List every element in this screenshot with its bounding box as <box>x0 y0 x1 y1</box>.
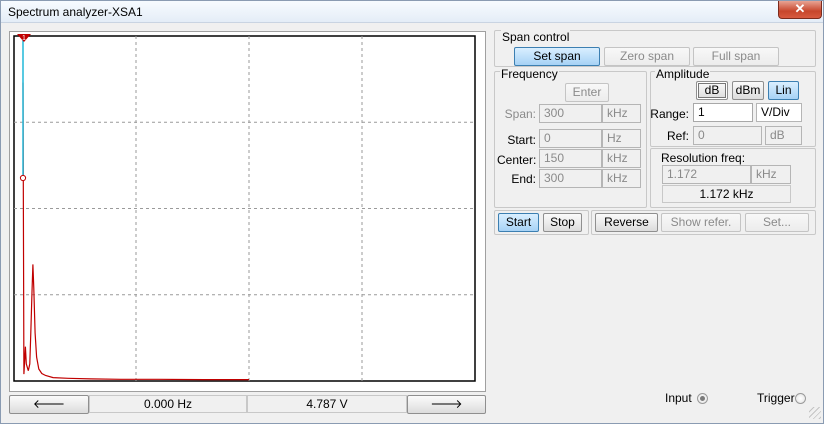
start-input[interactable]: 0 <box>539 129 602 148</box>
resolution-readout: 1.172 kHz <box>662 185 791 203</box>
end-label: End: <box>511 172 536 186</box>
resolution-unit-select[interactable]: kHz <box>751 165 791 184</box>
cursor-marker-label: 1 <box>22 35 26 42</box>
ref-label: Ref: <box>666 129 689 143</box>
close-icon: ✕ <box>794 1 806 16</box>
resolution-input[interactable]: 1.172 <box>662 165 751 184</box>
set-button[interactable]: Set... <box>745 213 809 232</box>
window-title: Spectrum analyzer-XSA1 <box>8 5 143 19</box>
range-unit-select[interactable]: V/Div <box>756 103 802 122</box>
cursor-value-readout: 4.787 V <box>247 395 407 413</box>
span-input[interactable]: 300 <box>539 104 602 123</box>
ref-input[interactable]: 0 <box>693 126 762 145</box>
set-span-button[interactable]: Set span <box>514 47 600 66</box>
lin-button[interactable]: Lin <box>768 81 799 100</box>
reverse-button[interactable]: Reverse <box>595 213 658 232</box>
end-input[interactable]: 300 <box>539 169 602 188</box>
trigger-label: Trigger <box>757 391 795 405</box>
zero-span-button[interactable]: Zero span <box>604 47 690 66</box>
start-unit-select[interactable]: Hz <box>602 129 641 148</box>
enter-button[interactable]: Enter <box>565 83 609 102</box>
center-label: Center: <box>497 153 537 167</box>
center-unit-select[interactable]: kHz <box>602 149 641 168</box>
span-label: Span: <box>504 107 536 121</box>
cursor-left-button[interactable]: 🡐 <box>9 395 89 414</box>
spectrum-display: 1 <box>9 31 486 392</box>
close-button[interactable]: ✕ <box>778 1 822 19</box>
center-input[interactable]: 150 <box>539 149 602 168</box>
amplitude-title: Amplitude <box>655 67 711 81</box>
spectrum-plot: 1 <box>13 34 476 382</box>
arrow-left-icon: 🡐 <box>32 397 66 411</box>
cursor-handle[interactable] <box>19 174 27 182</box>
show-refer-button[interactable]: Show refer. <box>661 213 741 232</box>
trigger-terminal[interactable] <box>795 393 806 404</box>
span-unit-select[interactable]: kHz <box>602 104 641 123</box>
dbm-button[interactable]: dBm <box>732 81 764 100</box>
start-label: Start: <box>507 133 536 147</box>
resolution-title: Resolution freq: <box>661 151 746 165</box>
arrow-right-icon: 🡒 <box>430 397 463 411</box>
range-label: Range: <box>650 107 689 121</box>
end-unit-select[interactable]: kHz <box>602 169 641 188</box>
ref-unit-select[interactable]: dB <box>765 126 802 145</box>
title-bar[interactable]: Spectrum analyzer-XSA1 ✕ <box>1 1 823 23</box>
span-control-title: Span control <box>501 30 571 44</box>
cursor-right-button[interactable]: 🡒 <box>407 395 486 414</box>
input-terminal[interactable] <box>697 393 708 404</box>
spectrum-analyzer-window: Spectrum analyzer-XSA1 ✕ 1 🡐 0.000 Hz 4.… <box>0 0 824 424</box>
input-label: Input <box>665 391 692 405</box>
range-input[interactable]: 1 <box>693 103 753 122</box>
cursor-frequency-readout: 0.000 Hz <box>89 395 247 413</box>
full-span-button[interactable]: Full span <box>693 47 779 66</box>
start-button[interactable]: Start <box>498 213 539 232</box>
resize-grip[interactable] <box>809 407 821 419</box>
frequency-title: Frequency <box>500 67 559 81</box>
db-button[interactable]: dB <box>696 81 728 100</box>
stop-button[interactable]: Stop <box>543 213 582 232</box>
